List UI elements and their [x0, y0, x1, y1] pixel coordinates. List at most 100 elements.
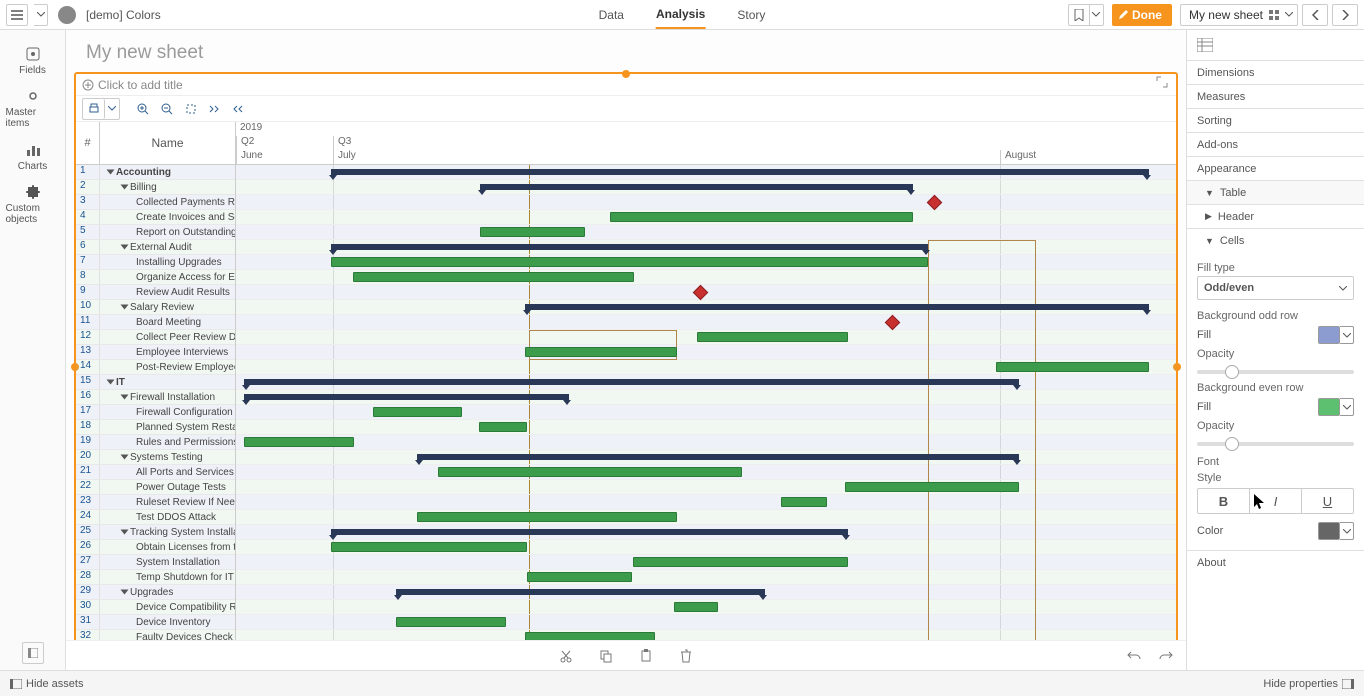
object-title-bar[interactable]: Click to add title: [76, 74, 1176, 96]
sheet-selector[interactable]: My new sheet: [1180, 4, 1298, 26]
col-header-num[interactable]: #: [76, 122, 100, 164]
section-dimensions[interactable]: Dimensions: [1187, 60, 1364, 84]
grid-row[interactable]: 1Accounting: [76, 165, 235, 180]
grid-row[interactable]: 30Device Compatibility Review: [76, 600, 235, 615]
rail-collapse[interactable]: [22, 642, 44, 664]
section-header[interactable]: ▶Header: [1187, 204, 1364, 228]
grid-row[interactable]: 24Test DDOS Attack: [76, 510, 235, 525]
task-bar[interactable]: [610, 212, 913, 222]
grid-row[interactable]: 28Temp Shutdown for IT Audit: [76, 570, 235, 585]
gantt-object[interactable]: Click to add title #: [74, 72, 1178, 662]
summary-bar[interactable]: [244, 394, 569, 400]
bookmark-dropdown[interactable]: [1090, 4, 1104, 26]
grid-row[interactable]: 13Employee Interviews: [76, 345, 235, 360]
section-measures[interactable]: Measures: [1187, 84, 1364, 108]
task-bar[interactable]: [353, 272, 634, 282]
prev-sheet-button[interactable]: [1302, 4, 1328, 26]
task-bar[interactable]: [331, 542, 527, 552]
sheet-title[interactable]: My new sheet: [66, 30, 1186, 72]
grid-row[interactable]: 27System Installation: [76, 555, 235, 570]
task-bar[interactable]: [373, 407, 462, 417]
next-sheet-button[interactable]: [1332, 4, 1358, 26]
section-cells[interactable]: ▼Cells: [1187, 228, 1364, 252]
grid-row[interactable]: 18Planned System Restart: [76, 420, 235, 435]
section-table[interactable]: ▼Table: [1187, 180, 1364, 204]
section-appearance[interactable]: Appearance: [1187, 156, 1364, 180]
section-addons[interactable]: Add-ons: [1187, 132, 1364, 156]
grid-row[interactable]: 23Ruleset Review If Needed: [76, 495, 235, 510]
timeline-row[interactable]: [236, 615, 1176, 630]
font-color-picker[interactable]: [1318, 522, 1354, 540]
grid-row[interactable]: 5Report on Outstanding Collections: [76, 225, 235, 240]
rail-charts[interactable]: Charts: [6, 134, 60, 178]
task-bar[interactable]: [697, 332, 848, 342]
print-dropdown[interactable]: [105, 99, 119, 119]
rail-fields[interactable]: Fields: [6, 38, 60, 82]
summary-bar[interactable]: [244, 379, 1019, 385]
rail-custom-objects[interactable]: Custom objects: [6, 182, 60, 226]
section-about[interactable]: About: [1187, 550, 1364, 574]
grid-row[interactable]: 20Systems Testing: [76, 450, 235, 465]
tab-story[interactable]: Story: [737, 1, 765, 29]
expand-all-button[interactable]: [204, 99, 226, 119]
summary-bar[interactable]: [525, 304, 1149, 310]
hide-properties-button[interactable]: Hide properties: [1263, 678, 1354, 690]
timeline-row[interactable]: [236, 345, 1176, 360]
paste-button[interactable]: [636, 646, 656, 666]
grid-row[interactable]: 6External Audit: [76, 240, 235, 255]
grid-row[interactable]: 15IT: [76, 375, 235, 390]
copy-button[interactable]: [596, 646, 616, 666]
done-button[interactable]: Done: [1112, 4, 1172, 26]
task-bar[interactable]: [674, 602, 718, 612]
collapse-all-button[interactable]: [228, 99, 250, 119]
task-bar[interactable]: [479, 422, 527, 432]
grid-row[interactable]: 2Billing: [76, 180, 235, 195]
grid-row[interactable]: 16Firewall Installation: [76, 390, 235, 405]
fill-type-select[interactable]: Odd/even: [1197, 276, 1354, 300]
grid-row[interactable]: 26Obtain Licenses from the Vendor: [76, 540, 235, 555]
timeline-row[interactable]: [236, 195, 1176, 210]
summary-bar[interactable]: [331, 529, 848, 535]
underline-button[interactable]: U: [1302, 489, 1353, 513]
grid-row[interactable]: 19Rules and Permissions Assigned: [76, 435, 235, 450]
timeline-row[interactable]: [236, 495, 1176, 510]
italic-button[interactable]: I: [1250, 489, 1302, 513]
expand-button[interactable]: [1156, 76, 1172, 92]
task-bar[interactable]: [331, 257, 928, 267]
task-bar[interactable]: [417, 512, 677, 522]
grid-row[interactable]: 7Installing Upgrades: [76, 255, 235, 270]
timeline-row[interactable]: [236, 435, 1176, 450]
timeline-row[interactable]: [236, 420, 1176, 435]
grid-row[interactable]: 31Device Inventory: [76, 615, 235, 630]
rail-master-items[interactable]: Master items: [6, 86, 60, 130]
summary-bar[interactable]: [396, 589, 765, 595]
summary-bar[interactable]: [417, 454, 1019, 460]
redo-button[interactable]: [1156, 646, 1176, 666]
task-bar[interactable]: [438, 467, 742, 477]
menu-dropdown[interactable]: [34, 4, 48, 26]
bold-button[interactable]: B: [1198, 489, 1250, 513]
timeline-row[interactable]: [236, 480, 1176, 495]
task-bar[interactable]: [244, 437, 354, 447]
task-bar[interactable]: [781, 497, 827, 507]
zoom-in-button[interactable]: [132, 99, 154, 119]
grid-row[interactable]: 21All Ports and Services Test: [76, 465, 235, 480]
even-opacity-slider[interactable]: [1197, 442, 1354, 446]
task-bar[interactable]: [480, 227, 585, 237]
task-bar[interactable]: [396, 617, 506, 627]
bookmark-button[interactable]: [1068, 4, 1090, 26]
grid-row[interactable]: 14Post-Review Employee Info: [76, 360, 235, 375]
grid-row[interactable]: 29Upgrades: [76, 585, 235, 600]
summary-bar[interactable]: [331, 169, 1149, 175]
col-header-name[interactable]: Name: [100, 122, 235, 164]
timeline-row[interactable]: [236, 315, 1176, 330]
tab-analysis[interactable]: Analysis: [656, 1, 705, 29]
gantt-timeline[interactable]: 2019 Q2Q3JuneJulyAugust: [236, 122, 1176, 660]
fit-button[interactable]: [180, 99, 202, 119]
print-button[interactable]: [83, 99, 105, 119]
task-bar[interactable]: [527, 572, 632, 582]
cut-button[interactable]: [556, 646, 576, 666]
summary-bar[interactable]: [480, 184, 913, 190]
odd-opacity-slider[interactable]: [1197, 370, 1354, 374]
delete-button[interactable]: [676, 646, 696, 666]
